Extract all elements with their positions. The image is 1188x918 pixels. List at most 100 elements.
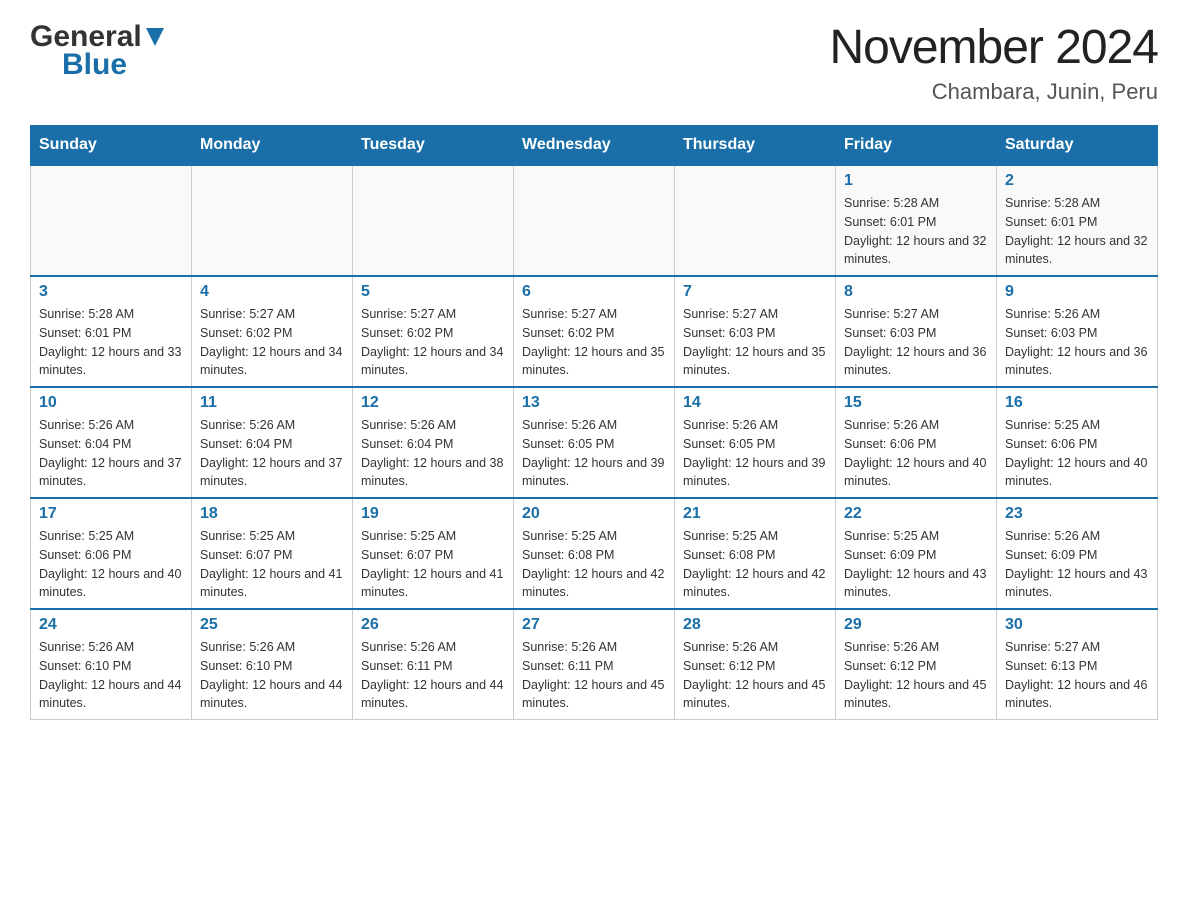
col-wednesday: Wednesday [514,126,675,166]
calendar-cell: 1 Sunrise: 5:28 AMSunset: 6:01 PMDaylight… [836,165,997,276]
day-number: 11 [200,394,344,412]
calendar-cell: 13 Sunrise: 5:26 AMSunset: 6:05 PMDayligh… [514,387,675,498]
day-number: 7 [683,283,827,301]
day-info: Sunrise: 5:26 AMSunset: 6:04 PMDaylight:… [200,416,344,491]
day-info: Sunrise: 5:28 AMSunset: 6:01 PMDaylight:… [39,305,183,380]
day-info: Sunrise: 5:26 AMSunset: 6:10 PMDaylight:… [39,638,183,713]
calendar-cell: 7 Sunrise: 5:27 AMSunset: 6:03 PMDaylight… [675,276,836,387]
day-number: 9 [1005,283,1149,301]
day-number: 17 [39,505,183,523]
calendar-cell: 19 Sunrise: 5:25 AMSunset: 6:07 PMDayligh… [353,498,514,609]
day-number: 26 [361,616,505,634]
day-number: 21 [683,505,827,523]
calendar-cell: 16 Sunrise: 5:25 AMSunset: 6:06 PMDayligh… [997,387,1158,498]
calendar-cell [514,165,675,276]
day-number: 19 [361,505,505,523]
day-info: Sunrise: 5:26 AMSunset: 6:11 PMDaylight:… [522,638,666,713]
day-number: 15 [844,394,988,412]
calendar-cell: 14Sunrise: 5:26 AMSunset: 6:05 PMDayligh… [675,387,836,498]
calendar-cell: 2 Sunrise: 5:28 AMSunset: 6:01 PMDaylight… [997,165,1158,276]
day-info: Sunrise: 5:25 AMSunset: 6:08 PMDaylight:… [683,527,827,602]
calendar-cell: 23 Sunrise: 5:26 AMSunset: 6:09 PMDayligh… [997,498,1158,609]
day-number: 4 [200,283,344,301]
calendar-cell: 5Sunrise: 5:27 AMSunset: 6:02 PMDaylight… [353,276,514,387]
day-number: 22 [844,505,988,523]
calendar-cell: 6Sunrise: 5:27 AMSunset: 6:02 PMDaylight… [514,276,675,387]
calendar-cell: 15 Sunrise: 5:26 AMSunset: 6:06 PMDayligh… [836,387,997,498]
day-number: 16 [1005,394,1149,412]
day-info: Sunrise: 5:25 AMSunset: 6:08 PMDaylight:… [522,527,666,602]
day-info: Sunrise: 5:27 AMSunset: 6:02 PMDaylight:… [200,305,344,380]
calendar-cell: 28 Sunrise: 5:26 AMSunset: 6:12 PMDayligh… [675,609,836,720]
day-info: Sunrise: 5:26 AMSunset: 6:05 PMDaylight:… [522,416,666,491]
day-info: Sunrise: 5:26 AMSunset: 6:12 PMDaylight:… [683,638,827,713]
day-info: Sunrise: 5:26 AMSunset: 6:11 PMDaylight:… [361,638,505,713]
day-info: Sunrise: 5:27 AMSunset: 6:02 PMDaylight:… [361,305,505,380]
location: Chambara, Junin, Peru [829,79,1158,105]
calendar-cell [192,165,353,276]
calendar-cell: 17Sunrise: 5:25 AMSunset: 6:06 PMDayligh… [31,498,192,609]
day-info: Sunrise: 5:26 AMSunset: 6:04 PMDaylight:… [39,416,183,491]
calendar-week-3: 10 Sunrise: 5:26 AMSunset: 6:04 PMDayligh… [31,387,1158,498]
day-number: 3 [39,283,183,301]
col-monday: Monday [192,126,353,166]
day-info: Sunrise: 5:26 AMSunset: 6:06 PMDaylight:… [844,416,988,491]
day-info: Sunrise: 5:26 AMSunset: 6:04 PMDaylight:… [361,416,505,491]
calendar-cell [675,165,836,276]
day-number: 28 [683,616,827,634]
day-number: 20 [522,505,666,523]
title-area: November 2024 Chambara, Junin, Peru [829,20,1158,105]
day-info: Sunrise: 5:27 AMSunset: 6:03 PMDaylight:… [683,305,827,380]
calendar-cell: 30 Sunrise: 5:27 AMSunset: 6:13 PMDayligh… [997,609,1158,720]
day-number: 24 [39,616,183,634]
calendar-cell: 25 Sunrise: 5:26 AMSunset: 6:10 PMDayligh… [192,609,353,720]
day-number: 1 [844,172,988,190]
day-info: Sunrise: 5:28 AMSunset: 6:01 PMDaylight:… [1005,194,1149,269]
day-number: 18 [200,505,344,523]
calendar-cell: 21 Sunrise: 5:25 AMSunset: 6:08 PMDayligh… [675,498,836,609]
logo-line2: Blue [30,48,127,82]
calendar-week-5: 24 Sunrise: 5:26 AMSunset: 6:10 PMDayligh… [31,609,1158,720]
calendar-cell: 24 Sunrise: 5:26 AMSunset: 6:10 PMDayligh… [31,609,192,720]
day-number: 23 [1005,505,1149,523]
day-number: 2 [1005,172,1149,190]
col-tuesday: Tuesday [353,126,514,166]
day-number: 25 [200,616,344,634]
col-thursday: Thursday [675,126,836,166]
day-number: 13 [522,394,666,412]
calendar-cell: 4 Sunrise: 5:27 AMSunset: 6:02 PMDaylight… [192,276,353,387]
calendar-cell: 18 Sunrise: 5:25 AMSunset: 6:07 PMDayligh… [192,498,353,609]
col-saturday: Saturday [997,126,1158,166]
calendar-cell: 8Sunrise: 5:27 AMSunset: 6:03 PMDaylight… [836,276,997,387]
day-number: 30 [1005,616,1149,634]
day-number: 6 [522,283,666,301]
calendar-cell [353,165,514,276]
day-info: Sunrise: 5:25 AMSunset: 6:06 PMDaylight:… [1005,416,1149,491]
calendar-cell: 20 Sunrise: 5:25 AMSunset: 6:08 PMDayligh… [514,498,675,609]
calendar: Sunday Monday Tuesday Wednesday Thursday… [30,125,1158,720]
day-number: 10 [39,394,183,412]
day-info: Sunrise: 5:25 AMSunset: 6:07 PMDaylight:… [200,527,344,602]
calendar-cell: 27Sunrise: 5:26 AMSunset: 6:11 PMDayligh… [514,609,675,720]
day-info: Sunrise: 5:26 AMSunset: 6:09 PMDaylight:… [1005,527,1149,602]
col-sunday: Sunday [31,126,192,166]
calendar-week-1: 1 Sunrise: 5:28 AMSunset: 6:01 PMDaylight… [31,165,1158,276]
day-info: Sunrise: 5:28 AMSunset: 6:01 PMDaylight:… [844,194,988,269]
day-info: Sunrise: 5:25 AMSunset: 6:07 PMDaylight:… [361,527,505,602]
calendar-cell: 12 Sunrise: 5:26 AMSunset: 6:04 PMDayligh… [353,387,514,498]
calendar-header-row: Sunday Monday Tuesday Wednesday Thursday… [31,126,1158,166]
day-info: Sunrise: 5:27 AMSunset: 6:13 PMDaylight:… [1005,638,1149,713]
day-number: 29 [844,616,988,634]
day-number: 12 [361,394,505,412]
calendar-cell: 9Sunrise: 5:26 AMSunset: 6:03 PMDaylight… [997,276,1158,387]
day-number: 8 [844,283,988,301]
logo-triangle-icon [146,28,164,51]
header: General Blue November 2024 Chambara, Jun… [30,20,1158,105]
day-info: Sunrise: 5:26 AMSunset: 6:12 PMDaylight:… [844,638,988,713]
calendar-cell [31,165,192,276]
logo: General Blue [30,20,164,82]
calendar-week-4: 17Sunrise: 5:25 AMSunset: 6:06 PMDayligh… [31,498,1158,609]
calendar-cell: 10 Sunrise: 5:26 AMSunset: 6:04 PMDayligh… [31,387,192,498]
day-info: Sunrise: 5:26 AMSunset: 6:10 PMDaylight:… [200,638,344,713]
calendar-cell: 3 Sunrise: 5:28 AMSunset: 6:01 PMDaylight… [31,276,192,387]
